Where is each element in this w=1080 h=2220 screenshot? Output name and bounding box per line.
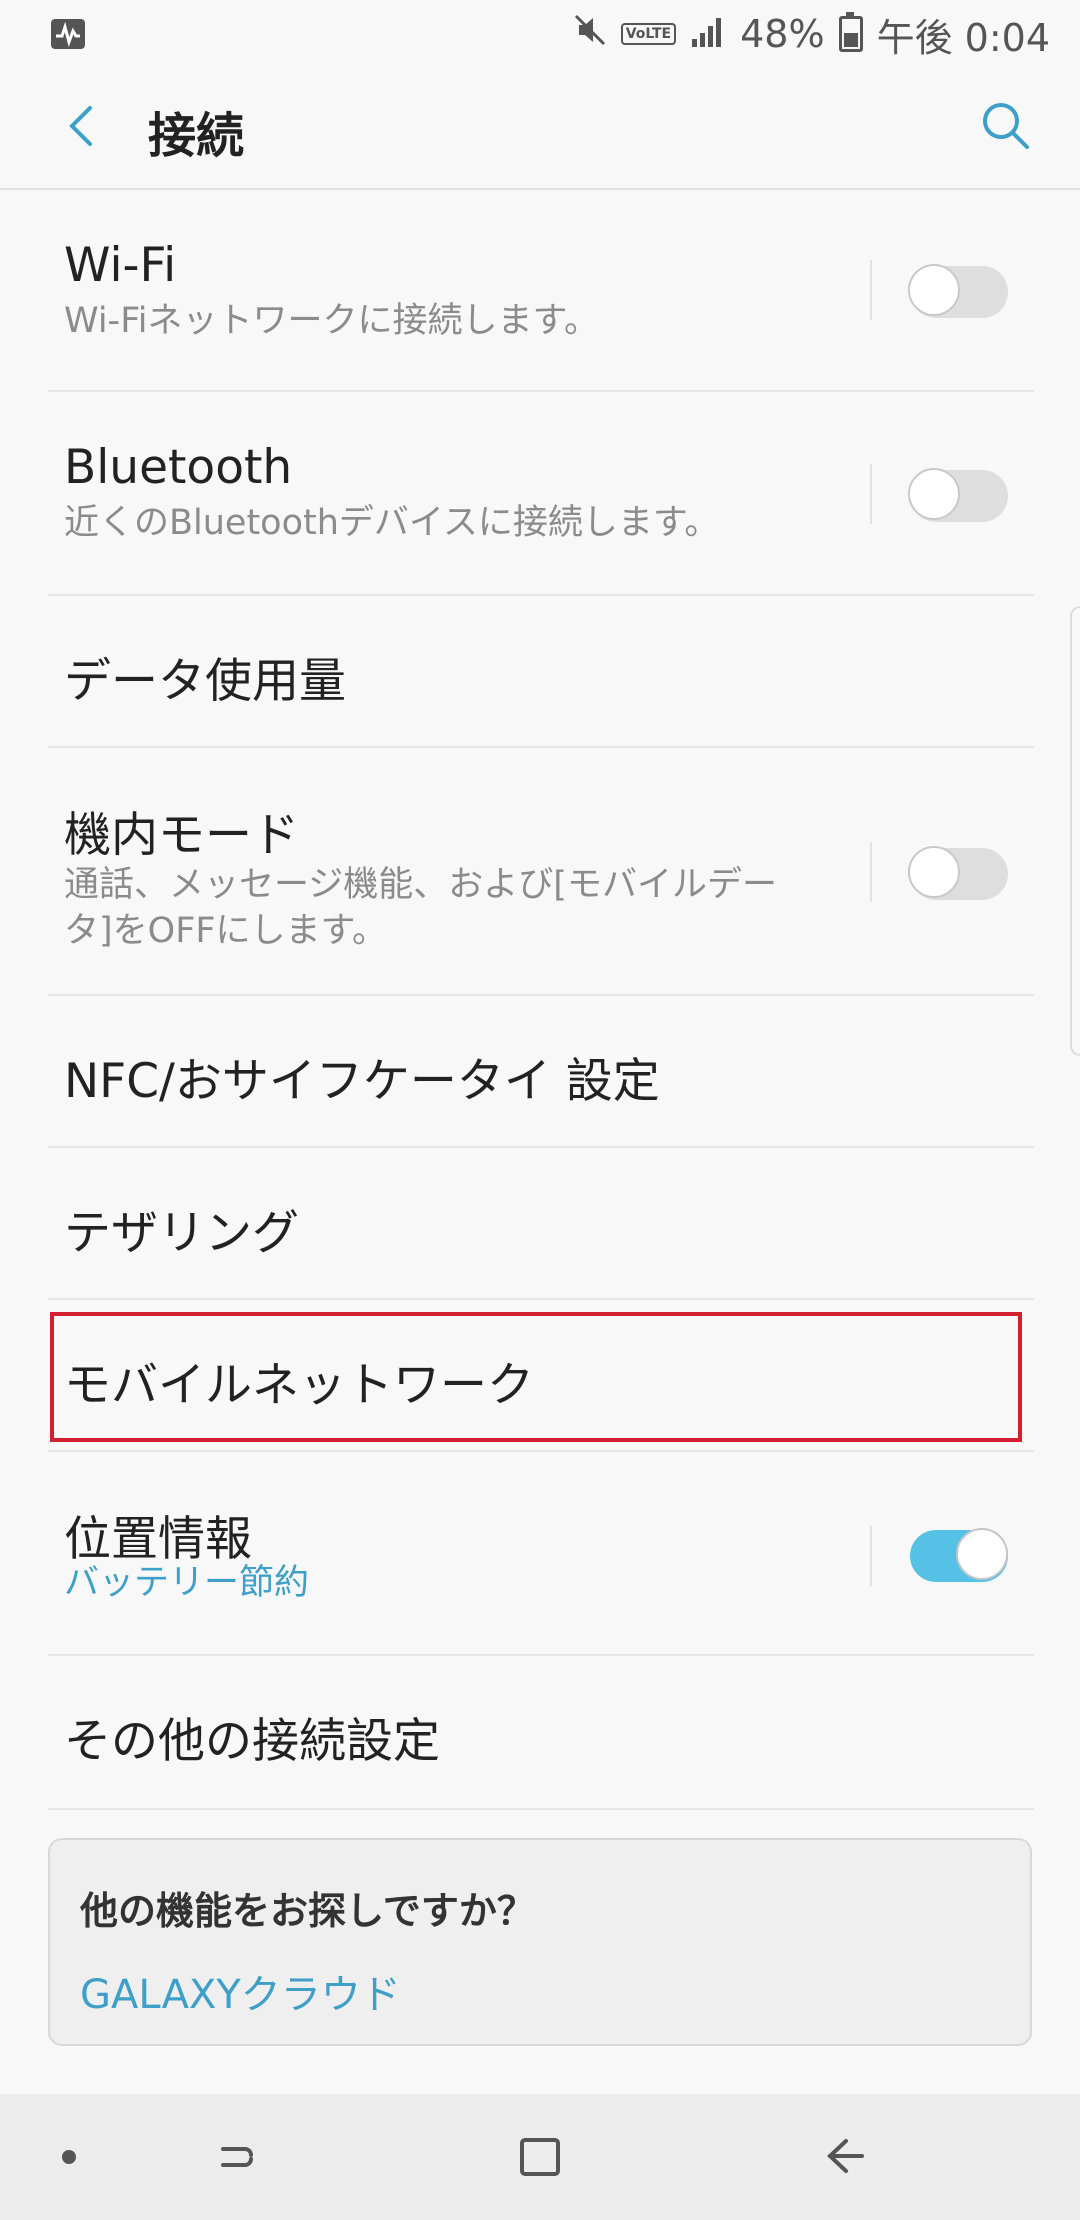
battery-icon — [838, 12, 863, 52]
item-label: Wi-Fi — [64, 238, 177, 293]
battery-percent: 48% — [740, 12, 825, 56]
item-label: 位置情報 — [64, 1512, 252, 1567]
item-description: バッテリー節約 — [64, 1563, 310, 1603]
back-nav-button[interactable] — [805, 2118, 885, 2198]
location-toggle[interactable] — [910, 1528, 1008, 1582]
activity-monitor-icon — [50, 16, 86, 52]
clock: 午後 0:04 — [876, 15, 1050, 60]
home-button[interactable] — [500, 2118, 580, 2198]
back-button[interactable] — [44, 90, 120, 166]
recent-apps-button[interactable] — [200, 2118, 280, 2198]
list-item-mobile-network[interactable]: モバイルネットワーク — [48, 1300, 1034, 1452]
divider — [870, 260, 872, 320]
signal-icon — [690, 12, 726, 56]
galaxy-cloud-link[interactable]: GALAXYクラウド — [80, 1962, 401, 2020]
item-description: 近くのBluetoothデバイスに接続します。 — [64, 503, 720, 543]
item-label: NFC/おサイフケータイ 設定 — [64, 1054, 660, 1109]
search-button[interactable] — [968, 90, 1044, 166]
bluetooth-toggle[interactable] — [908, 468, 1008, 522]
item-label: Bluetooth — [64, 440, 293, 495]
item-label: その他の接続設定 — [64, 1714, 440, 1769]
list-item-more-connection-settings[interactable]: その他の接続設定 — [48, 1656, 1034, 1810]
status-bar: VoLTE 48% 午後 0:04 — [0, 0, 1080, 68]
search-icon — [980, 100, 1032, 156]
settings-list: Wi-Fi Wi-Fiネットワークに接続します。 Bluetooth 近くのBl… — [48, 190, 1034, 1810]
list-item-nfc[interactable]: NFC/おサイフケータイ 設定 — [48, 996, 1034, 1148]
app-bar: 接続 — [0, 68, 1080, 190]
list-item-bluetooth[interactable]: Bluetooth 近くのBluetoothデバイスに接続します。 — [48, 392, 1034, 596]
item-label: モバイルネットワーク — [64, 1358, 534, 1413]
list-item-location[interactable]: 位置情報 バッテリー節約 — [48, 1452, 1034, 1656]
item-description: Wi-Fiネットワークに接続します。 — [64, 301, 600, 341]
list-item-wifi[interactable]: Wi-Fi Wi-Fiネットワークに接続します。 — [48, 190, 1034, 392]
wifi-toggle[interactable] — [908, 264, 1008, 318]
recent-apps-icon — [215, 2131, 265, 2185]
edge-panel-handle[interactable] — [1070, 606, 1080, 1056]
item-description-line1: 通話、メッセージ機能、および[モバイルデー — [64, 865, 777, 905]
chevron-left-icon — [62, 102, 102, 154]
suggestion-question: 他の機能をお探しですか？ — [80, 1889, 535, 1933]
nav-dot-indicator[interactable] — [62, 2150, 76, 2164]
mute-icon — [573, 12, 607, 56]
navigation-bar — [0, 2094, 1080, 2220]
page-title: 接続 — [148, 108, 245, 164]
suggestion-card: 他の機能をお探しですか？ GALAXYクラウド — [48, 1838, 1032, 2046]
item-label: テザリング — [64, 1206, 299, 1261]
volte-icon: VoLTE — [620, 23, 677, 45]
item-description-line2: タ]をOFFにします。 — [64, 911, 387, 951]
home-square-icon — [515, 2131, 565, 2185]
divider — [870, 464, 872, 524]
item-label: 機内モード — [64, 808, 299, 863]
item-label: データ使用量 — [64, 654, 346, 709]
list-item-airplane-mode[interactable]: 機内モード 通話、メッセージ機能、および[モバイルデー タ]をOFFにします。 — [48, 748, 1034, 996]
airplane-mode-toggle[interactable] — [908, 846, 1008, 900]
list-item-data-usage[interactable]: データ使用量 — [48, 596, 1034, 748]
divider — [870, 1526, 872, 1586]
back-arrow-icon — [820, 2131, 870, 2185]
list-item-tethering[interactable]: テザリング — [48, 1148, 1034, 1300]
divider — [870, 842, 872, 902]
